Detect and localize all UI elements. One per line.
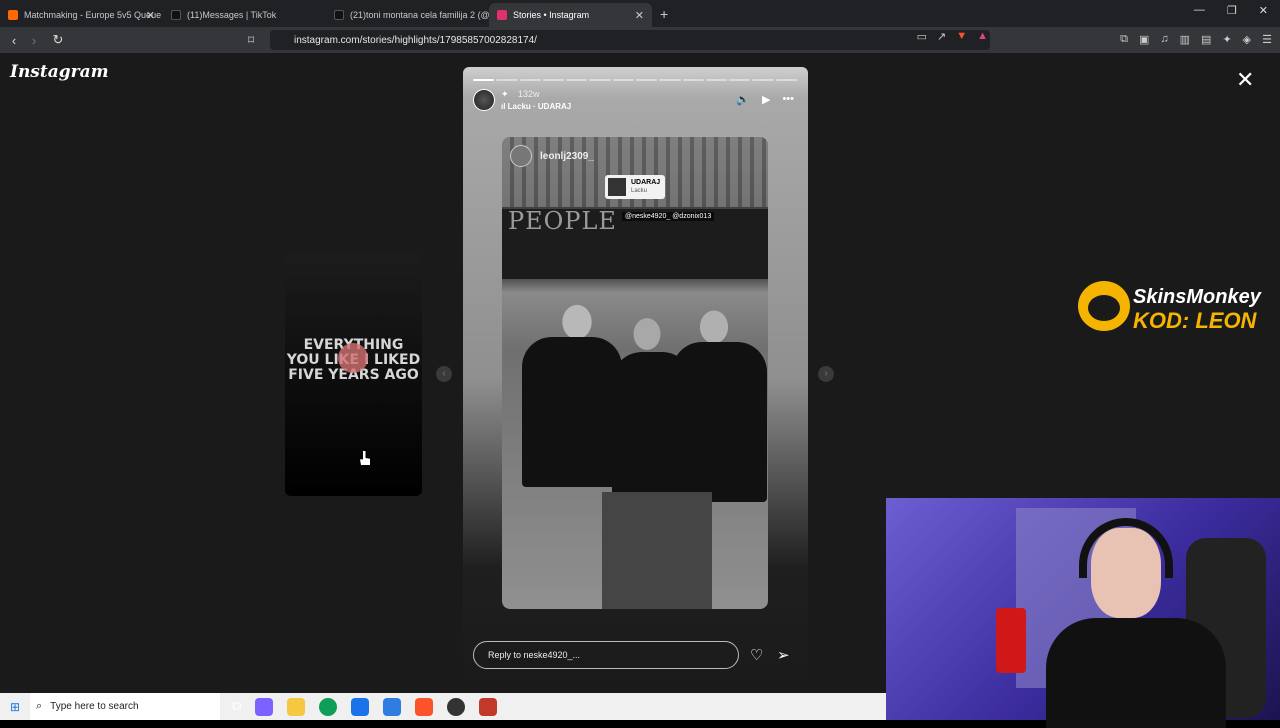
- photo-person: [672, 342, 767, 502]
- reply-input[interactable]: Reply to neske4920_...: [473, 641, 739, 669]
- windows-taskbar: ⊞ ⌕ Type here to search ⧉: [0, 693, 886, 720]
- story-music[interactable]: ıl Lacku · UDARAJ: [501, 102, 571, 111]
- close-icon[interactable]: ✕: [635, 9, 644, 22]
- music-bars-icon: ıl: [501, 102, 508, 111]
- taskbar-search-input[interactable]: ⌕ Type here to search: [30, 693, 220, 720]
- mail-icon[interactable]: [383, 697, 402, 716]
- previous-story-card[interactable]: EVERYTHING YOU LIKE I LIKED FIVE YEARS A…: [285, 253, 422, 496]
- webcam-person-body: [1046, 618, 1226, 728]
- back-icon[interactable]: ‹: [4, 33, 24, 48]
- tiktok-icon: [334, 10, 344, 20]
- obs-icon[interactable]: [447, 697, 466, 716]
- story-controls: 🔈 ▶ •••: [736, 93, 794, 106]
- cast-icon[interactable]: ▭: [917, 30, 927, 43]
- extension-icons: ⧉ ▣ ♫ ▥ ▤ ✦ ◈ ☰: [1120, 33, 1272, 46]
- play-icon[interactable]: ▶: [762, 93, 770, 106]
- next-arrow-icon[interactable]: ›: [818, 366, 834, 382]
- monkey-logo-icon: [1078, 281, 1130, 331]
- forward-icon[interactable]: ›: [24, 33, 44, 48]
- tab-title: Matchmaking - Europe 5v5 Queue -: [24, 10, 163, 20]
- url-text: instagram.com/stories/highlights/1798585…: [294, 34, 537, 46]
- story-time: 132w: [518, 89, 540, 99]
- extensions-icon[interactable]: ⧉: [1120, 33, 1128, 46]
- brand-code: KOD: LEON: [1133, 308, 1257, 333]
- minimize-icon[interactable]: —: [1194, 4, 1205, 17]
- search-icon: ⌕: [36, 700, 43, 712]
- avatar[interactable]: [473, 89, 495, 111]
- highlight-icon: ✦: [501, 89, 509, 99]
- wallet-icon[interactable]: ▤: [1201, 33, 1211, 46]
- browser-tab-strip: Matchmaking - Europe 5v5 Queue - ✕ (11)M…: [0, 0, 1280, 27]
- menu-icon[interactable]: ☰: [1262, 33, 1272, 46]
- vpn-icon[interactable]: ◈: [1243, 33, 1251, 46]
- reply-placeholder: Reply to neske4920_...: [488, 650, 581, 660]
- reload-icon[interactable]: ↻: [48, 32, 68, 48]
- tab-title: (11)Messages | TikTok: [187, 10, 277, 20]
- new-tab-plus-icon[interactable]: +: [660, 6, 668, 22]
- webcam-overlay: [886, 498, 1280, 728]
- address-bar[interactable]: instagram.com/stories/highlights/1798585…: [270, 30, 990, 50]
- album-art: [608, 178, 626, 196]
- music-sticker[interactable]: UDARAJ Lacku: [605, 175, 665, 199]
- photo-jeans: [602, 492, 712, 609]
- photo-person: [522, 337, 622, 487]
- side-story-avatar: [338, 343, 368, 373]
- tab-title: Stories • Instagram: [513, 10, 590, 20]
- address-bar-icons: ▭ ↗ ▼ ▲: [917, 30, 988, 43]
- sponsor-overlay: SkinsMonkey KOD: LEON: [1078, 279, 1278, 334]
- previous-arrow-icon[interactable]: ‹: [436, 366, 452, 382]
- photo-username: leonlj2309_: [540, 151, 594, 162]
- sticker-title: UDARAJ: [631, 179, 661, 186]
- brave-shields-icon[interactable]: ▼: [956, 30, 967, 43]
- edge-icon[interactable]: [319, 697, 338, 716]
- brand-name: SkinsMonkey: [1133, 286, 1261, 308]
- task-view-icon[interactable]: ⧉: [232, 698, 241, 716]
- close-stories-icon[interactable]: ✕: [1236, 67, 1254, 93]
- close-window-icon[interactable]: ✕: [1259, 4, 1268, 17]
- store-icon[interactable]: [351, 697, 370, 716]
- copilot-icon[interactable]: [255, 697, 274, 716]
- instagram-logo[interactable]: Instagram: [10, 62, 109, 82]
- story-progress-bar: [473, 79, 797, 81]
- mute-icon[interactable]: 🔈: [736, 93, 750, 106]
- heart-icon[interactable]: ♡: [750, 646, 763, 664]
- windows-start-icon[interactable]: ⊞: [0, 700, 30, 714]
- story-music-label: Lacku · UDARAJ: [507, 102, 572, 111]
- screenshot-icon[interactable]: ▣: [1139, 33, 1149, 46]
- photo-user-avatar: [510, 145, 532, 167]
- tab-tiktok-messages[interactable]: (11)Messages | TikTok: [163, 3, 326, 27]
- taskbar-search-placeholder: Type here to search: [50, 701, 139, 712]
- instagram-icon: [497, 10, 507, 20]
- window-controls: — ❐ ✕: [1194, 4, 1280, 17]
- close-icon[interactable]: ✕: [146, 9, 155, 22]
- brave-icon[interactable]: [415, 697, 434, 716]
- taskbar-apps: ⧉: [232, 697, 498, 716]
- media-icon[interactable]: ♫: [1160, 33, 1168, 46]
- tiktok-icon: [171, 10, 181, 20]
- faceit-icon: [8, 10, 18, 20]
- file-explorer-icon[interactable]: [287, 697, 306, 716]
- tab-matchmaking[interactable]: Matchmaking - Europe 5v5 Queue - ✕: [0, 3, 163, 27]
- story-photo: PEOPLE leonlj2309_ UDARAJ Lacku @neske49…: [502, 137, 768, 609]
- bookmark-icon[interactable]: ⌑: [248, 33, 254, 47]
- photo-board-text: PEOPLE: [508, 207, 617, 235]
- maximize-icon[interactable]: ❐: [1227, 4, 1237, 17]
- leo-ai-icon[interactable]: ✦: [1222, 33, 1231, 46]
- share-icon[interactable]: ↗: [937, 30, 946, 43]
- tab-instagram-stories[interactable]: Stories • Instagram ✕: [489, 3, 652, 27]
- sidebar-icon[interactable]: ▥: [1180, 33, 1190, 46]
- mention-tags[interactable]: @neske4920_ @dzonix013: [622, 212, 715, 221]
- active-story[interactable]: ✦ 132w ıl Lacku · UDARAJ 🔈 ▶ ••• PEOPLE …: [463, 67, 808, 693]
- faceit-app-icon[interactable]: [479, 697, 498, 716]
- more-options-icon[interactable]: •••: [782, 93, 794, 106]
- sticker-artist: Lacku: [631, 188, 648, 194]
- webcam-microphone: [996, 608, 1026, 673]
- browser-toolbar: ‹ › ↻ ⌑ instagram.com/stories/highlights…: [0, 27, 1280, 53]
- tab-title: (21)toni montana cela familija 2 (@to: [350, 10, 489, 20]
- brave-rewards-icon[interactable]: ▲: [977, 30, 988, 43]
- tab-tiktok-profile[interactable]: (21)toni montana cela familija 2 (@to: [326, 3, 489, 27]
- send-icon[interactable]: ➢: [777, 646, 790, 664]
